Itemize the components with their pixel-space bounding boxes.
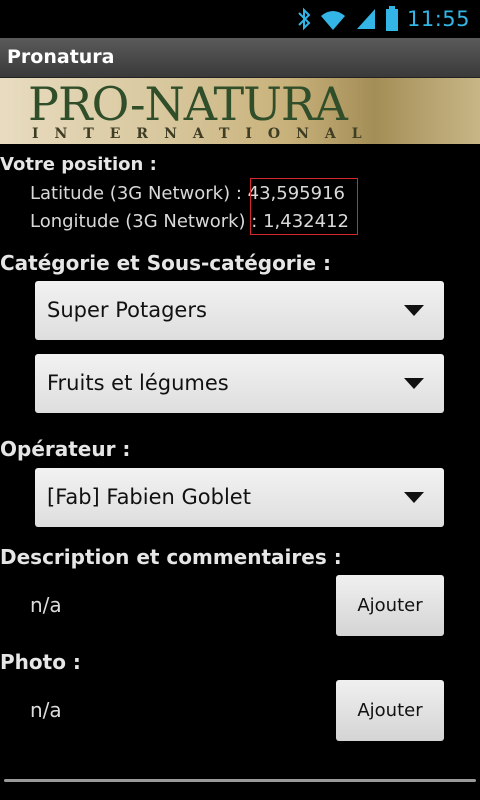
position-title: Votre position : bbox=[0, 154, 157, 175]
category-title: Catégorie et Sous-catégorie : bbox=[0, 251, 332, 275]
dropdown-arrow-icon bbox=[404, 378, 424, 389]
banner-brand: PRO-NATURA bbox=[28, 78, 348, 131]
status-icons: 11:55 bbox=[297, 4, 470, 34]
photo-title: Photo : bbox=[0, 650, 81, 674]
battery-icon bbox=[385, 6, 398, 31]
photo-value: n/a bbox=[30, 698, 62, 722]
bluetooth-icon bbox=[298, 7, 311, 31]
category-value: Super Potagers bbox=[47, 298, 207, 322]
description-title: Description et commentaires : bbox=[0, 545, 342, 569]
operator-title: Opérateur : bbox=[0, 437, 131, 461]
category-spinner[interactable]: Super Potagers bbox=[35, 281, 444, 340]
action-bar: Pronatura bbox=[0, 38, 480, 78]
description-value: n/a bbox=[30, 593, 62, 617]
status-bar: 11:55 bbox=[0, 0, 480, 38]
add-photo-button[interactable]: Ajouter bbox=[336, 680, 444, 741]
add-description-button[interactable]: Ajouter bbox=[336, 575, 444, 636]
banner-subtitle: INTERNATIONAL bbox=[32, 126, 378, 142]
operator-spinner[interactable]: [Fab] Fabien Goblet bbox=[35, 468, 444, 527]
dropdown-arrow-icon bbox=[404, 305, 424, 316]
scroll-indicator bbox=[4, 779, 476, 782]
subcategory-value: Fruits et légumes bbox=[47, 371, 229, 395]
clock: 11:55 bbox=[406, 7, 470, 31]
dropdown-arrow-icon bbox=[404, 492, 424, 503]
longitude-label: Longitude (3G Network) : bbox=[30, 211, 264, 232]
banner-logo: PRO-NATURA INTERNATIONAL bbox=[0, 78, 480, 144]
signal-icon bbox=[356, 9, 375, 29]
operator-value: [Fab] Fabien Goblet bbox=[47, 485, 251, 509]
latitude-label: Latitude (3G Network) : bbox=[30, 183, 248, 204]
coordinates-highlight bbox=[250, 178, 358, 235]
subcategory-spinner[interactable]: Fruits et légumes bbox=[35, 354, 444, 413]
app-title: Pronatura bbox=[7, 46, 115, 68]
wifi-icon bbox=[320, 11, 345, 30]
